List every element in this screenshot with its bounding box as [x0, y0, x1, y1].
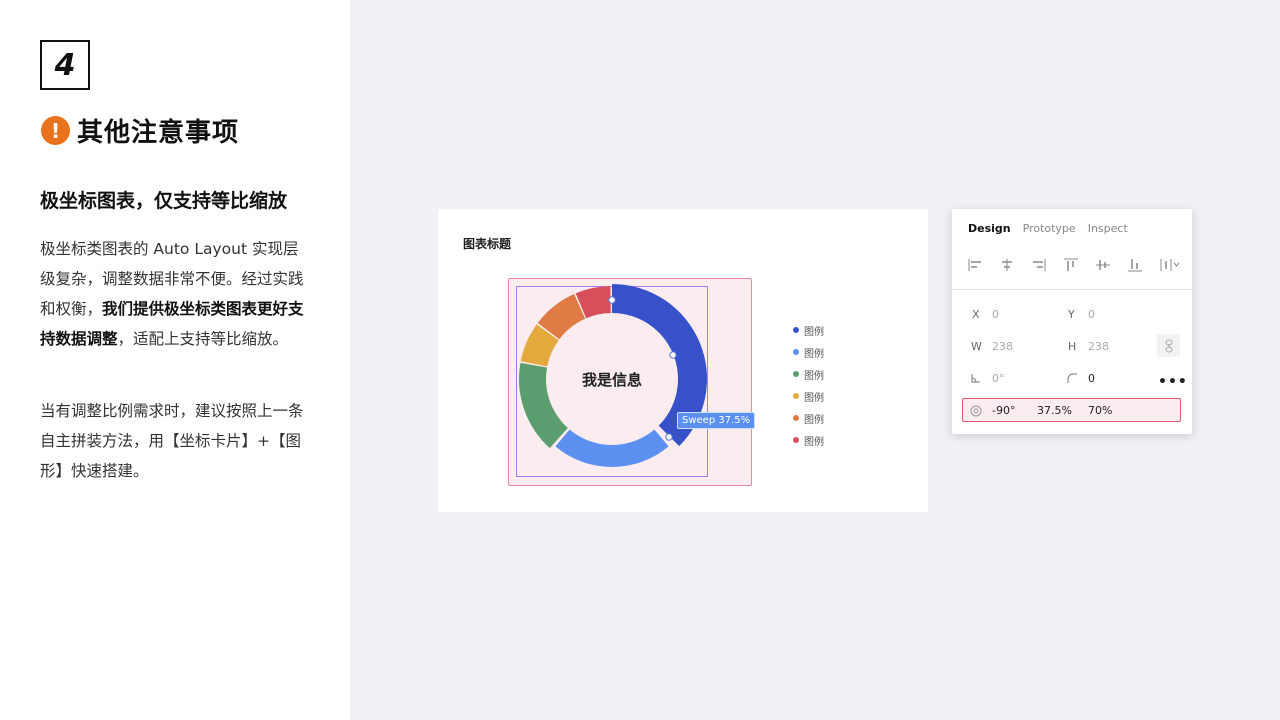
- donut-center-label: 我是信息: [581, 371, 642, 389]
- legend-item: 图例: [793, 341, 824, 363]
- align-top-icon[interactable]: [1064, 257, 1096, 273]
- panel-divider: [952, 289, 1192, 290]
- design-panel: Design Prototype Inspect X 0 Y 0 W 238 H…: [952, 209, 1192, 434]
- distribute-icon[interactable]: [1160, 257, 1192, 273]
- h-label: H: [1068, 340, 1077, 353]
- legend-label: 图例: [804, 436, 824, 448]
- legend-item: 图例: [793, 407, 824, 429]
- sweep-tooltip: Sweep 37.5%: [677, 412, 756, 429]
- chart-title: 图表标题: [463, 237, 512, 251]
- tab-prototype[interactable]: Prototype: [1023, 222, 1076, 235]
- donut-segment[interactable]: [555, 429, 669, 467]
- arc-handle-start[interactable]: [608, 296, 616, 304]
- warning-header: ! 其他注意事项: [41, 112, 239, 149]
- arc-handle-end[interactable]: [665, 433, 673, 441]
- section-number-box: 4: [40, 40, 90, 90]
- arc-handle-mid[interactable]: [669, 351, 677, 359]
- arc-icon: [970, 405, 982, 417]
- legend-item: 图例: [793, 363, 824, 385]
- legend-label: 图例: [804, 392, 824, 404]
- legend-item: 图例: [793, 429, 824, 451]
- w-field[interactable]: 238: [992, 340, 1013, 353]
- legend-label: 图例: [804, 348, 824, 360]
- arc-sweep-field[interactable]: 37.5%: [1037, 404, 1072, 417]
- paragraph-1-text-b: ，适配上支持等比缩放。: [117, 330, 289, 348]
- link-icon: [1165, 339, 1172, 352]
- corner-radius-icon: [1067, 373, 1077, 383]
- arc-settings-row[interactable]: -90° 37.5% 70%: [962, 398, 1181, 422]
- align-left-icon[interactable]: [968, 257, 1000, 273]
- legend-dot: [793, 371, 799, 377]
- x-label: X: [972, 308, 980, 321]
- paragraph-1: 极坐标类图表的 Auto Layout 实现层级复杂，调整数据非常不便。经过实践…: [40, 234, 310, 354]
- align-vertical-center-icon[interactable]: [1096, 257, 1128, 273]
- chart-card[interactable]: 图表标题 我是信息 Sweep 37.5% 图例 图例 图例 图例 图例 图例: [438, 209, 928, 512]
- panel-tabs: Design Prototype Inspect: [968, 222, 1140, 235]
- legend-label: 图例: [804, 414, 824, 426]
- align-toolbar: [968, 257, 1192, 273]
- align-horizontal-center-icon[interactable]: [1000, 257, 1032, 273]
- arc-start-field[interactable]: -90°: [992, 404, 1015, 417]
- legend-dot: [793, 349, 799, 355]
- constrain-proportions-button[interactable]: [1157, 334, 1180, 357]
- section-number: 4: [54, 47, 76, 83]
- exclamation-icon: !: [41, 116, 70, 145]
- y-label: Y: [1068, 308, 1075, 321]
- section-title: 其他注意事项: [77, 118, 240, 148]
- rotation-field[interactable]: 0°: [992, 372, 1005, 385]
- align-right-icon[interactable]: [1032, 257, 1064, 273]
- left-panel: 4 ! 其他注意事项 极坐标图表，仅支持等比缩放 极坐标类图表的 Auto La…: [0, 0, 350, 720]
- paragraph-2: 当有调整比例需求时，建议按照上一条自主拼装方法，用【坐标卡片】+【图形】快速搭建…: [40, 402, 304, 480]
- more-options-button[interactable]: •••: [1158, 374, 1188, 390]
- w-label: W: [971, 340, 982, 353]
- subheading: 极坐标图表，仅支持等比缩放: [40, 190, 288, 212]
- chart-legend: 图例 图例 图例 图例 图例 图例: [793, 319, 824, 451]
- legend-dot: [793, 327, 799, 333]
- tab-inspect[interactable]: Inspect: [1088, 222, 1128, 235]
- corner-radius-field[interactable]: 0: [1088, 372, 1095, 385]
- legend-item: 图例: [793, 319, 824, 341]
- legend-label: 图例: [804, 326, 824, 338]
- h-field[interactable]: 238: [1088, 340, 1109, 353]
- donut-segment[interactable]: [519, 362, 568, 449]
- y-field[interactable]: 0: [1088, 308, 1095, 321]
- legend-dot: [793, 437, 799, 443]
- tab-design[interactable]: Design: [968, 222, 1011, 235]
- legend-label: 图例: [804, 370, 824, 382]
- arc-ratio-field[interactable]: 70%: [1088, 404, 1112, 417]
- rotation-icon: [971, 374, 980, 383]
- align-bottom-icon[interactable]: [1128, 257, 1160, 273]
- legend-dot: [793, 415, 799, 421]
- legend-item: 图例: [793, 385, 824, 407]
- legend-dot: [793, 393, 799, 399]
- x-field[interactable]: 0: [992, 308, 999, 321]
